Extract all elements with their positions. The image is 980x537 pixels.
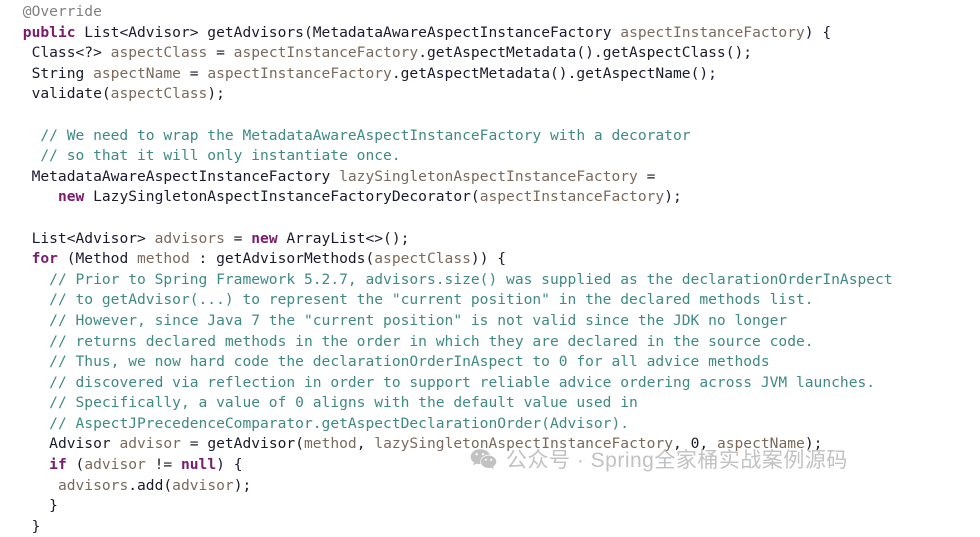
code-token-plain: } — [49, 497, 58, 515]
code-token-plain: = — [224, 229, 252, 247]
code-token-plain: LazySingletonAspectInstanceFactoryDecora… — [84, 188, 480, 206]
code-token-param: aspectInstanceFactory — [620, 23, 805, 41]
code-token-plain: Advisor — [49, 435, 120, 453]
code-token-plain: ); — [233, 476, 252, 494]
code-token-keyword: new — [57, 188, 85, 206]
code-token-keyword: new — [251, 229, 278, 247]
code-token-comment: // Prior to Spring Framework 5.2.7, advi… — [49, 270, 893, 288]
code-line: // We need to wrap the MetadataAwareAspe… — [14, 126, 980, 147]
code-token-comment: // However, since Java 7 the "current po… — [49, 311, 788, 329]
code-line: for (Method method : getAdvisorMethods(a… — [14, 249, 980, 270]
code-token-comment: // discovered via reflection in order to… — [49, 373, 876, 391]
code-line: // Specifically, a value of 0 aligns wit… — [14, 393, 980, 414]
code-line: MetadataAwareAspectInstanceFactory lazyS… — [14, 167, 980, 188]
code-token-keyword: null — [180, 456, 217, 474]
code-line: // returns declared methods in the order… — [14, 332, 980, 353]
wechat-icon — [470, 448, 497, 472]
code-line: // to getAdvisor(...) to represent the "… — [14, 290, 980, 311]
code-token-plain: List<Advisor> getAdvisors( — [75, 23, 313, 41]
code-token-comment: // returns declared methods in the order… — [49, 332, 814, 350]
code-line: } — [14, 496, 980, 517]
code-line: } — [14, 517, 980, 537]
code-token-param: advisors — [154, 229, 225, 247]
code-token-plain: ) { — [804, 23, 832, 41]
code-line: validate(aspectClass); — [14, 84, 980, 105]
code-line: // However, since Java 7 the "current po… — [14, 311, 980, 332]
code-token-param: aspectClass — [110, 44, 208, 62]
code-token-param: advisor — [84, 456, 146, 474]
code-token-param: advisors — [57, 476, 129, 494]
code-line: // Thus, we now hard code the declaratio… — [14, 352, 980, 373]
code-line: new LazySingletonAspectInstanceFactoryDe… — [14, 187, 980, 208]
code-token-plain: ) { — [216, 456, 243, 474]
code-token-plain: String — [31, 64, 94, 82]
code-token-keyword: if — [49, 456, 67, 474]
code-token-plain: MetadataAwareAspectInstanceFactory — [31, 167, 340, 185]
code-token-param: advisor — [119, 435, 181, 453]
code-line: List<Advisor> advisors = new ArrayList<>… — [14, 229, 980, 250]
code-token-plain: MetadataAwareAspectInstanceFactory — [312, 23, 621, 41]
code-line: // discovered via reflection in order to… — [14, 373, 980, 394]
code-token-param: aspectInstanceFactory — [207, 64, 392, 82]
code-token-plain: = — [637, 167, 656, 185]
code-token-plain: (Method — [57, 250, 138, 268]
code-token-plain: Class<?> — [31, 44, 111, 62]
code-token-plain: ArrayList<>(); — [277, 229, 410, 247]
code-token-plain: ); — [207, 85, 225, 103]
code-token-param: aspectClass — [110, 85, 208, 103]
code-token-comment: // We need to wrap the MetadataAwareAspe… — [40, 126, 691, 144]
code-token-plain: ( — [66, 456, 85, 474]
code-line: @Override — [14, 2, 980, 23]
code-token-param: aspectInstanceFactory — [233, 44, 419, 62]
code-token-keyword: public — [22, 23, 76, 41]
code-viewer: @Override public List<Advisor> getAdviso… — [0, 0, 980, 535]
code-token-comment: // AspectJPrecedenceComparator.getAspect… — [49, 414, 630, 432]
code-token-plain: = — [207, 44, 234, 62]
code-token-plain: .add( — [128, 476, 173, 494]
code-token-param: method — [303, 435, 357, 453]
code-token-plain: ); — [664, 188, 682, 206]
code-line: // Prior to Spring Framework 5.2.7, advi… — [14, 270, 980, 291]
code-line: Class<?> aspectClass = aspectInstanceFac… — [14, 43, 980, 64]
code-token-param: method — [137, 250, 190, 268]
code-token-plain: List<Advisor> — [31, 229, 155, 247]
code-token-comment: // Thus, we now hard code the declaratio… — [49, 353, 770, 371]
code-token-plain: = — [180, 64, 208, 82]
code-token-param: aspectClass — [374, 250, 471, 268]
code-token-comment: // so that it will only instantiate once… — [40, 147, 401, 165]
code-token-plain: : getAdvisorMethods( — [189, 250, 375, 268]
watermark: 公众号 · Spring全家桶实战案例源码 — [470, 448, 848, 472]
code-token-param: aspectInstanceFactory — [479, 188, 665, 206]
code-line: String aspectName = aspectInstanceFactor… — [14, 64, 980, 85]
code-token-keyword: for — [31, 250, 58, 268]
code-line: // AspectJPrecedenceComparator.getAspect… — [14, 414, 980, 435]
code-token-comment: // to getAdvisor(...) to represent the "… — [49, 291, 814, 309]
code-token-plain: validate( — [31, 85, 111, 103]
code-line: public List<Advisor> getAdvisors(Metadat… — [14, 23, 980, 44]
code-token-plain: .getAspectMetadata().getAspectName(); — [391, 64, 717, 82]
code-line: // so that it will only instantiate once… — [14, 146, 980, 167]
code-line: advisors.add(advisor); — [14, 476, 980, 497]
code-token-param: aspectName — [93, 64, 181, 82]
code-token-plain: != — [145, 456, 181, 474]
watermark-text: 公众号 · Spring全家桶实战案例源码 — [506, 448, 848, 472]
code-token-plain: } — [31, 517, 41, 535]
code-token-param: advisor — [172, 476, 234, 494]
code-token-plain: , — [356, 435, 375, 453]
code-token-comment: // Specifically, a value of 0 aligns wit… — [49, 394, 638, 412]
code-token-plain: .getAspectMetadata().getAspectClass(); — [418, 44, 753, 62]
code-token-param: lazySingletonAspectInstanceFactory — [339, 167, 638, 185]
code-token-annotation: @Override — [22, 3, 102, 20]
code-token-plain: = getAdvisor( — [180, 435, 304, 453]
code-token-plain: )) { — [470, 250, 507, 268]
